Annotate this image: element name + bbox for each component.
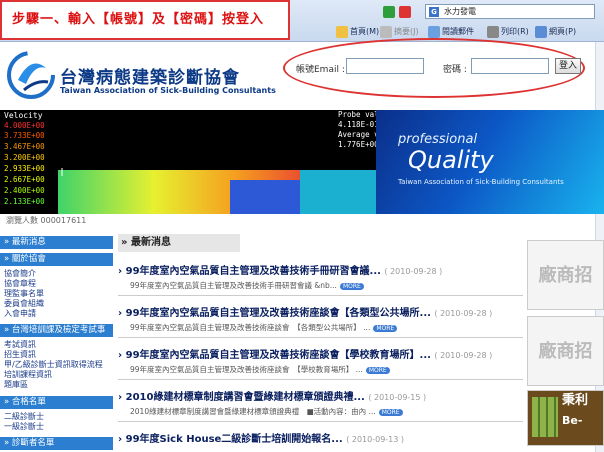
news-desc: 99年度室內空氣品質自主管理及改善技術座談會 【各類型公共場所】 ... MORE	[130, 322, 398, 333]
sidebar-section-qualified[interactable]: » 合格名單	[0, 396, 113, 409]
mail-label: 閱讀郵件	[442, 27, 474, 36]
velocity-value: 2.667E+00	[4, 175, 45, 184]
ad-slot[interactable]: 廠商招	[527, 316, 604, 386]
home-label: 首頁(M)	[350, 27, 380, 36]
news-title-text: 99年度室內空氣品質自主管理及改善技術手冊研習會議...	[125, 266, 381, 277]
site-subtitle: Taiwan Association of Sick-Building Cons…	[60, 86, 276, 95]
ad-slot[interactable]: 秉利 Be-	[527, 390, 604, 446]
page-button[interactable]: 網頁(P)	[535, 24, 576, 40]
search-value: 水力發電	[444, 7, 476, 16]
sidebar-item[interactable]: 一級診斷士	[4, 421, 44, 432]
news-section-header: » 最新消息	[118, 234, 240, 252]
velocity-value: 4.000E+00	[4, 121, 45, 130]
home-icon	[336, 25, 348, 38]
ad-column: 廠商招 廠商招 秉利 Be-	[527, 236, 604, 452]
more-button[interactable]: MORE	[365, 366, 390, 374]
print-label: 列印(R)	[501, 27, 529, 36]
velocity-value: 2.133E+00	[4, 197, 45, 206]
print-button[interactable]: 列印(R)	[487, 24, 529, 40]
page-icon	[535, 25, 547, 38]
news-desc: 2010綠建材標章制度講習會暨綠建材標章頒證典禮 ■活動內容：由內 ... MOR…	[130, 406, 403, 417]
news-desc-text: 99年度室內空氣品質自主管理及改善技術座談會 【學校教育場所】 ...	[130, 365, 363, 374]
print-icon	[487, 25, 499, 38]
news-date: ( 2010-09-28 )	[384, 267, 443, 276]
news-title-text: 99年度室內空氣品質自主管理及改善技術座談會【學校教育場所】...	[125, 350, 431, 361]
news-desc: 99年度室內空氣品質自主管理及改善技術手冊研習會議 &nb... MORE	[130, 280, 364, 291]
login-button[interactable]: 登入	[555, 58, 581, 74]
ad-subtitle: Be-	[562, 414, 583, 427]
news-desc-text: 99年度室內空氣品質自主管理及改善技術座談會 【各類型公共場所】 ...	[130, 323, 371, 332]
news-title[interactable]: › 99年度室內空氣品質自主管理及改善技術座談會【學校教育場所】... ( 20…	[118, 346, 492, 361]
email-label: 帳號Email :	[296, 65, 345, 75]
quality-heading: Quality	[408, 146, 494, 174]
page-label: 網頁(P)	[549, 27, 577, 36]
velocity-value: 2.400E+00	[4, 186, 45, 195]
stop-icon[interactable]	[399, 4, 413, 20]
velocity-value: 2.933E+00	[4, 164, 45, 173]
news-title[interactable]: › 99年度室內空氣品質自主管理及改善技術座談會【各類型公共場所... ( 20…	[118, 304, 492, 319]
news-item[interactable]: › 2010綠建材標章制度講習會暨綠建材標章頒證典禮... ( 2010-09-…	[118, 388, 523, 422]
email-field[interactable]	[346, 58, 424, 74]
sidebar-item[interactable]: 題庫區	[4, 379, 28, 390]
velocity-value: 3.467E+00	[4, 142, 45, 151]
news-item[interactable]: › 99年度Sick House二級診斷士培訓開始報名... ( 2010-09…	[118, 430, 523, 452]
velocity-value: 3.200E+00	[4, 153, 45, 162]
quality-panel: professional Quality Taiwan Association …	[376, 110, 604, 214]
news-header-label: 最新消息	[130, 237, 171, 248]
browser-search-input[interactable]: G 水力發電	[425, 4, 595, 19]
news-desc-text: 2010綠建材標章制度講習會暨綠建材標章頒證典禮 ■活動內容：由內 ...	[130, 407, 376, 416]
visitor-counter: 瀏覽人數 000017611	[6, 216, 87, 225]
news-title[interactable]: › 2010綠建材標章制度講習會暨綠建材標章頒證典禮... ( 2010-09-…	[118, 388, 426, 403]
hero-banner: Velocity 4.000E+00 3.733E+00 3.467E+00 3…	[0, 110, 604, 214]
velocity-value: 3.733E+00	[4, 131, 45, 140]
sidebar-section-training[interactable]: » 台灣培訓課及檢定考試事宜	[0, 324, 113, 348]
sidebar-section-diagnosers[interactable]: » 診斷者名單	[0, 437, 113, 450]
news-item[interactable]: › 99年度室內空氣品質自主管理及改善技術手冊研習會議... ( 2010-09…	[118, 262, 523, 296]
search-engine-logo: G	[429, 7, 439, 17]
more-button[interactable]: MORE	[373, 324, 398, 332]
quality-subtitle: Taiwan Association of Sick-Building Cons…	[398, 178, 564, 186]
news-date: ( 2010-09-13 )	[346, 435, 405, 444]
ad-title: 秉利	[562, 393, 589, 408]
instruction-callout: 步驟一、輸入【帳號】及【密碼】按登入	[0, 0, 290, 40]
more-button[interactable]: MORE	[339, 282, 364, 290]
news-title-text: 99年度Sick House二級診斷士培訓開始報名...	[125, 434, 343, 445]
news-date: ( 2010-09-28 )	[434, 309, 493, 318]
news-title[interactable]: › 99年度室內空氣品質自主管理及改善技術手冊研習會議... ( 2010-09…	[118, 262, 442, 277]
feeds-label: 摘要(J)	[394, 27, 419, 36]
password-field[interactable]	[471, 58, 549, 74]
news-title-text: 2010綠建材標章制度講習會暨綠建材標章頒證典禮...	[125, 392, 365, 403]
home-button[interactable]: 首頁(M)	[336, 24, 379, 40]
news-item[interactable]: › 99年度室內空氣品質自主管理及改善技術座談會【各類型公共場所... ( 20…	[118, 304, 523, 338]
quality-tagline: professional	[398, 132, 478, 147]
sidebar-section-news[interactable]: » 最新消息	[0, 236, 113, 249]
refresh-icon[interactable]	[383, 4, 397, 20]
news-title[interactable]: › 99年度Sick House二級診斷士培訓開始報名... ( 2010-09…	[118, 430, 404, 445]
news-date: ( 2010-09-28 )	[434, 351, 493, 360]
cfd-simulation-image	[58, 168, 376, 214]
password-label: 密碼 :	[443, 65, 467, 75]
sidebar-section-about[interactable]: » 關於協會	[0, 253, 113, 266]
association-logo	[7, 51, 55, 99]
news-title-text: 99年度室內空氣品質自主管理及改善技術座談會【各類型公共場所...	[125, 308, 431, 319]
feed-icon	[380, 25, 392, 38]
news-date: ( 2010-09-15 )	[368, 393, 427, 402]
sidebar-item[interactable]: 入會申請	[4, 308, 36, 319]
sidebar-nav: » 最新消息 » 關於協會 協會簡介 協會章程 理監事名單 委員會組織 入會申請…	[0, 236, 113, 452]
news-desc-text: 99年度室內空氣品質自主管理及改善技術手冊研習會議 &nb...	[130, 281, 337, 290]
news-item[interactable]: › 99年度室內空氣品質自主管理及改善技術座談會【學校教育場所】... ( 20…	[118, 346, 523, 380]
news-desc: 99年度室內空氣品質自主管理及改善技術座談會 【學校教育場所】 ... MORE	[130, 364, 390, 375]
ad-logo	[532, 397, 558, 437]
news-header-arrow: »	[121, 237, 131, 248]
site-title: 台灣病態建築診斷協會	[60, 68, 240, 88]
ad-slot[interactable]: 廠商招	[527, 240, 604, 310]
mail-icon	[428, 25, 440, 38]
velocity-label: Velocity	[4, 111, 43, 120]
more-button[interactable]: MORE	[378, 408, 403, 416]
